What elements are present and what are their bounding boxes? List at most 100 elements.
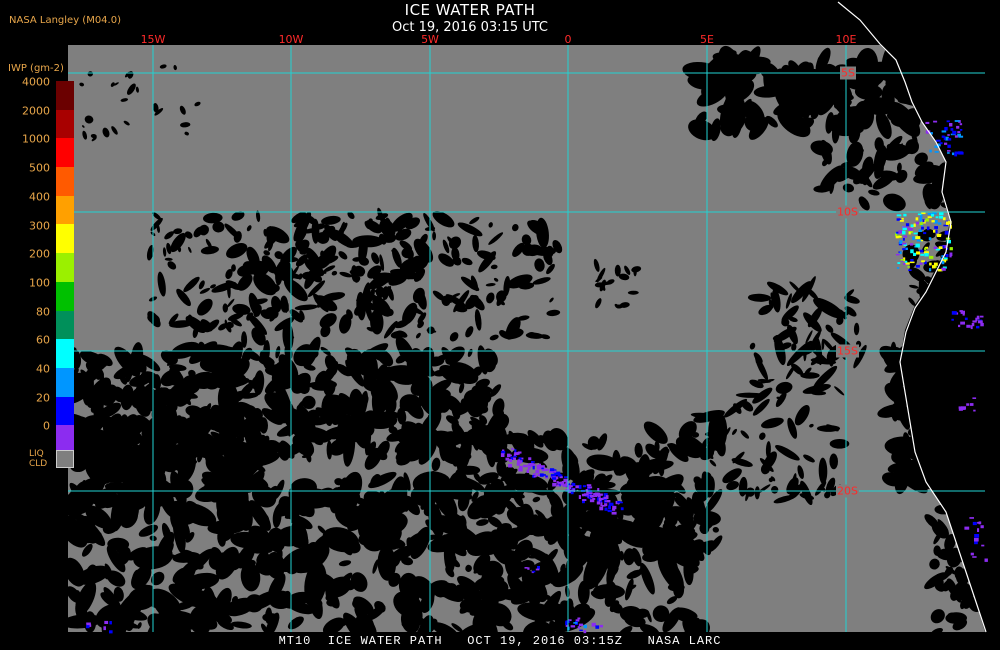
ice-pixel	[550, 468, 555, 472]
ice-pixel	[617, 501, 621, 504]
ice-pixel	[943, 224, 949, 227]
legend-tick-label: 0	[43, 419, 50, 433]
ice-pixel	[598, 498, 603, 500]
ice-pixel	[980, 525, 984, 529]
clear-sky-patch	[800, 372, 820, 379]
ice-pixel	[944, 127, 948, 131]
ice-pixel	[915, 221, 920, 225]
ice-pixel	[578, 623, 584, 627]
ice-pixel	[611, 511, 617, 515]
ice-pixel	[935, 229, 938, 234]
ice-pixel	[984, 558, 988, 562]
legend-tick-label: 400	[29, 190, 50, 204]
ice-pixel	[931, 213, 935, 217]
ice-pixel	[545, 475, 548, 478]
ice-pixel	[517, 459, 520, 464]
ice-pixel	[902, 227, 907, 230]
ice-pixel	[919, 262, 923, 265]
ice-pixel	[568, 485, 572, 488]
ice-pixel	[915, 236, 921, 239]
ice-pixel	[910, 243, 914, 246]
ice-pixel	[919, 222, 923, 226]
ice-pixel	[939, 142, 943, 145]
ice-pixel	[939, 212, 944, 216]
ice-pixel	[920, 239, 923, 242]
ice-pixel	[966, 403, 970, 406]
latitude-label: 20S	[836, 484, 859, 498]
ice-pixel	[517, 451, 522, 454]
ice-pixel	[942, 217, 946, 221]
ice-pixel	[620, 507, 624, 511]
ice-pixel	[587, 486, 593, 489]
legend-swatch	[56, 339, 74, 368]
ice-pixel	[539, 473, 544, 477]
ice-pixel	[603, 496, 608, 500]
ice-pixel	[924, 253, 929, 257]
legend-swatch	[56, 195, 74, 225]
longitude-label: 10W	[278, 33, 304, 46]
ice-pixel	[934, 226, 938, 229]
ice-pixel	[532, 473, 537, 475]
ice-pixel	[944, 142, 948, 145]
ice-pixel	[910, 249, 914, 254]
ice-pixel	[902, 238, 905, 241]
ice-pixel	[903, 213, 907, 217]
ice-pixel	[500, 453, 505, 457]
clear-sky-patch	[307, 409, 320, 419]
ice-pixel	[583, 624, 587, 629]
ice-pixel	[572, 483, 576, 486]
clear-sky-patch	[301, 395, 316, 409]
ice-pixel	[918, 229, 922, 232]
ice-pixel	[947, 144, 951, 148]
ice-pixel	[532, 465, 535, 470]
ice-pixel	[958, 324, 961, 328]
ice-pixel	[556, 476, 559, 480]
clear-sky-patch	[633, 266, 637, 277]
ice-pixel	[922, 219, 925, 223]
ice-pixel	[557, 473, 561, 477]
ice-pixel	[86, 625, 90, 629]
ice-pixel	[945, 254, 949, 257]
ice-pixel	[513, 457, 516, 460]
ice-pixel	[902, 242, 907, 245]
ice-pixel	[570, 625, 576, 628]
ice-pixel	[612, 505, 616, 510]
liquid-label-line1: LIQ	[29, 449, 44, 459]
legend-swatch	[56, 167, 74, 196]
ice-pixel	[582, 499, 587, 501]
ice-pixel	[976, 325, 980, 329]
ice-pixel	[934, 151, 939, 153]
ice-pixel	[964, 317, 968, 320]
ice-pixel	[959, 310, 963, 313]
ice-pixel	[936, 233, 942, 237]
liquid-cloud-label: LIQ CLD	[29, 449, 47, 469]
legend-tick-label: 4000	[22, 75, 50, 89]
ice-pixel	[564, 483, 568, 486]
ice-pixel	[599, 506, 604, 511]
ice-pixel	[509, 459, 513, 463]
ice-pixel	[962, 313, 965, 316]
ice-pixel	[954, 152, 958, 157]
ice-pixel	[550, 473, 556, 477]
ice-pixel	[913, 232, 918, 235]
ice-pixel	[970, 552, 974, 556]
ice-pixel	[943, 257, 948, 260]
ice-pixel	[977, 521, 981, 524]
legend-tick-label: 2000	[22, 104, 50, 118]
ice-pixel	[929, 149, 932, 153]
ice-pixel	[514, 449, 517, 453]
ice-pixel	[897, 236, 902, 238]
ice-pixel	[951, 318, 954, 321]
legend-tick-label: 500	[29, 161, 50, 175]
ice-pixel	[575, 485, 579, 489]
map-canvas[interactable]	[0, 0, 1000, 650]
ice-pixel	[950, 128, 954, 131]
legend-swatch	[56, 224, 74, 254]
ice-pixel	[959, 151, 964, 155]
ice-pixel	[531, 461, 535, 463]
ice-pixel	[518, 468, 523, 472]
ice-pixel	[535, 470, 540, 474]
ice-pixel	[544, 469, 548, 471]
ice-pixel	[109, 621, 112, 625]
ice-pixel	[977, 528, 980, 532]
